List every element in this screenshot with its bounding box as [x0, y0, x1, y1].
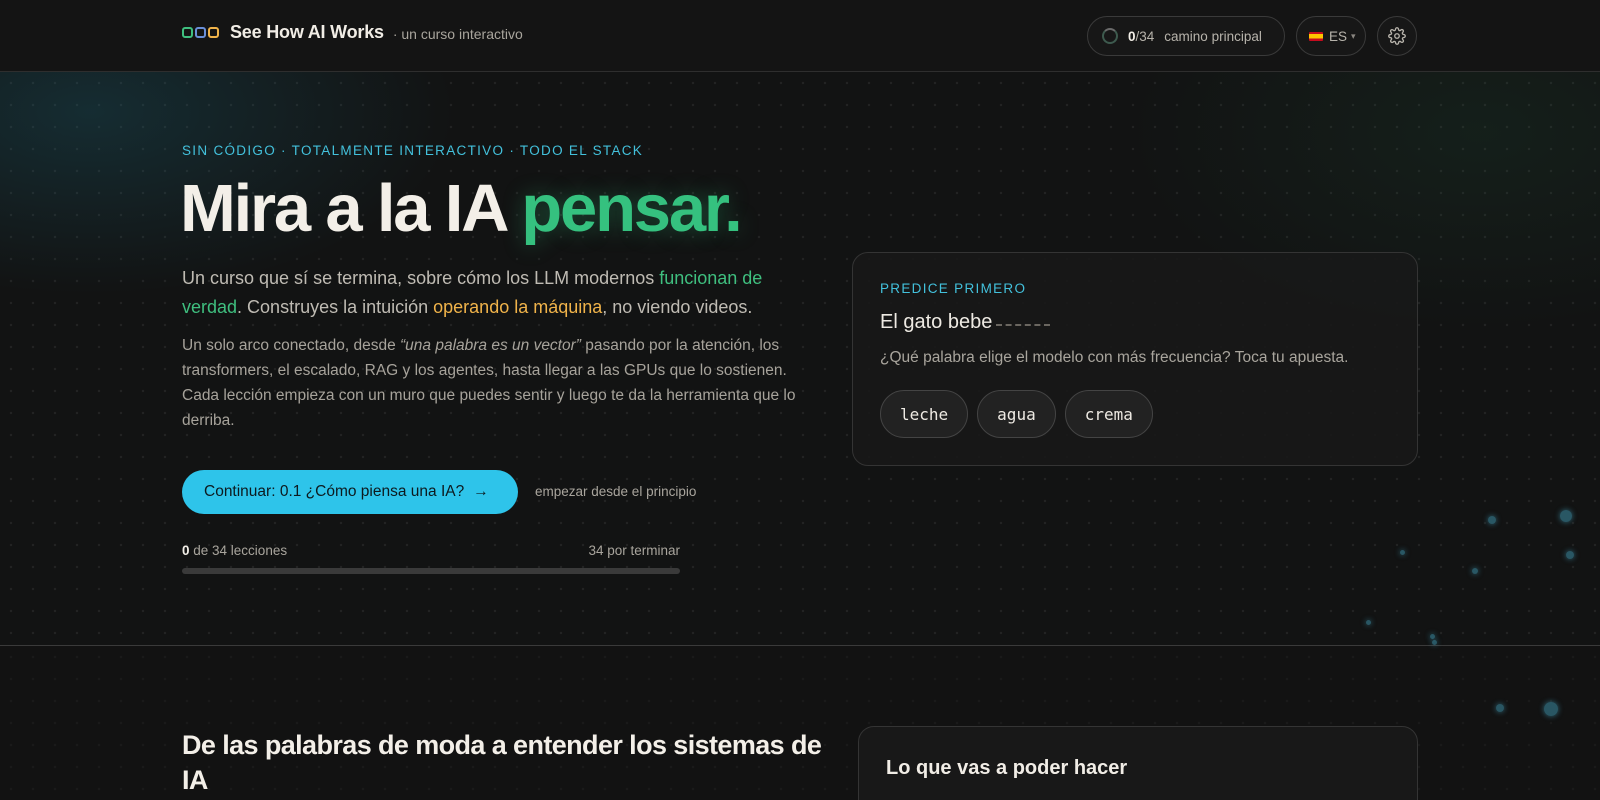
decorative-particle — [1432, 640, 1437, 645]
description-quote: “una palabra es un vector” — [400, 337, 581, 354]
hero-eyebrow: SIN CÓDIGO · TOTALMENTE INTERACTIVO · TO… — [182, 143, 644, 158]
arrow-right-icon: → — [473, 483, 489, 500]
skills-card: Lo que vas a poder hacer — [858, 726, 1418, 800]
predict-sentence-text: El gato bebe — [880, 311, 993, 333]
decorative-particle — [1560, 510, 1572, 522]
language-selector[interactable]: ES ▾ — [1296, 16, 1366, 56]
hero-title-accent: pensar. — [521, 171, 742, 246]
restart-link[interactable]: empezar desde el principio — [535, 484, 696, 499]
skills-card-title: Lo que vas a poder hacer — [886, 757, 1128, 779]
decorative-particle — [1488, 516, 1496, 524]
brand[interactable]: See How AI Works · un curso interactivo — [182, 22, 523, 43]
decorative-particle — [1496, 704, 1504, 712]
continue-button-label: Continuar: 0.1 ¿Cómo piensa una IA? — [204, 483, 465, 500]
lessons-remaining: 34 por terminar — [588, 543, 680, 558]
decorative-particle — [1430, 634, 1435, 639]
hero-lead: Un curso que sí se termina, sobre cómo l… — [182, 264, 822, 322]
hero-title-main: Mira a la IA — [180, 171, 522, 246]
decorative-particle — [1366, 620, 1371, 625]
lead-text: Un curso que sí se termina, sobre cómo l… — [182, 268, 660, 288]
description-text: Un solo arco conectado, desde — [182, 337, 400, 354]
chevron-down-icon: ▾ — [1351, 30, 1356, 41]
lessons-progress-bar — [182, 568, 680, 574]
lessons-done: 0 — [182, 543, 190, 558]
continue-button[interactable]: Continuar: 0.1 ¿Cómo piensa una IA? → — [182, 470, 518, 514]
spain-flag-icon — [1309, 31, 1323, 41]
decorative-particle — [1472, 568, 1478, 574]
lessons-count: 0 de 34 lecciones — [182, 543, 287, 558]
decorative-particle — [1544, 702, 1558, 716]
brand-subtitle: · un curso interactivo — [392, 26, 523, 42]
language-label: ES — [1329, 28, 1348, 44]
top-bar: See How AI Works · un curso interactivo … — [0, 0, 1600, 72]
predict-blank — [996, 324, 1051, 326]
decorative-particle — [1400, 550, 1405, 555]
progress-done: 0 — [1128, 28, 1136, 44]
progress-total: /34 — [1135, 28, 1155, 44]
predict-question: ¿Qué palabra elige el modelo con más fre… — [880, 349, 1349, 366]
lessons-total: de 34 lecciones — [189, 543, 288, 558]
brand-title: See How AI Works — [230, 22, 384, 42]
progress-label: camino principal — [1164, 28, 1262, 44]
brand-dot — [195, 27, 206, 38]
lead-text: . Construyes la intuición — [237, 297, 434, 317]
hero-description: Un solo arco conectado, desde “una palab… — [182, 333, 822, 433]
brand-dot — [208, 27, 219, 38]
predict-sentence: El gato bebe — [880, 311, 1051, 334]
predict-options: leche agua crema — [880, 390, 1153, 438]
lead-highlight-orange: operando la máquina — [433, 297, 603, 317]
skills-title: De las palabras de moda a entender los s… — [182, 730, 822, 795]
brand-logo-icon — [182, 27, 219, 38]
option-crema[interactable]: crema — [1064, 390, 1153, 438]
brand-dot — [182, 27, 193, 38]
hero-title: Mira a la IA pensar. — [180, 170, 743, 247]
decorative-particle — [1566, 551, 1574, 559]
settings-button[interactable] — [1377, 16, 1417, 56]
predict-card: PREDICE PRIMERO El gato bebe ¿Qué palabr… — [852, 252, 1418, 466]
option-leche[interactable]: leche — [880, 390, 969, 438]
progress-pill[interactable]: 0 /34 camino principal — [1087, 16, 1285, 56]
progress-ring-icon — [1102, 28, 1118, 44]
skills-section: De las palabras de moda a entender los s… — [0, 640, 1600, 800]
gear-icon — [1388, 27, 1406, 45]
lead-text: , no viendo videos. — [602, 297, 753, 317]
predict-eyebrow: PREDICE PRIMERO — [880, 281, 1027, 296]
option-agua[interactable]: agua — [977, 390, 1056, 438]
